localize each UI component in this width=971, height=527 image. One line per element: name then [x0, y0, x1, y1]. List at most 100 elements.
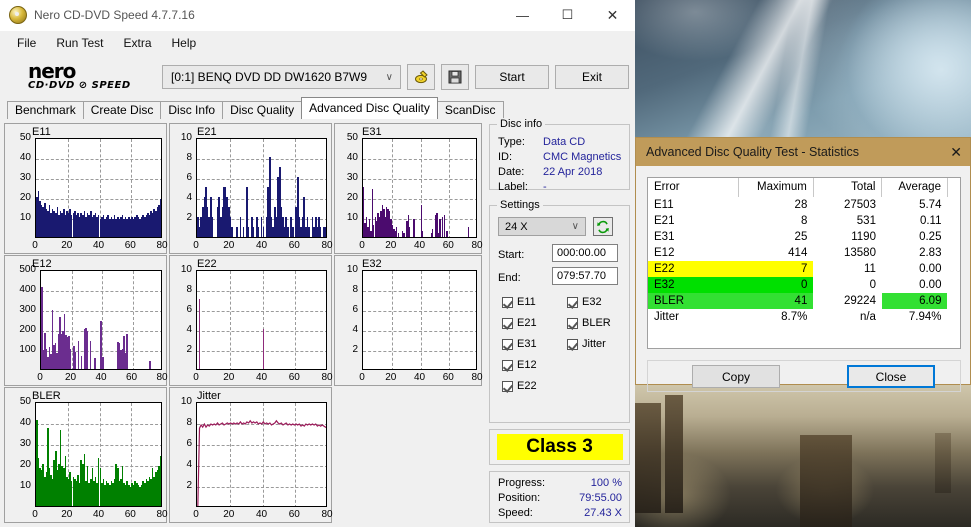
checkbox-e31[interactable]: E31 [502, 338, 537, 350]
position-label: Position: [498, 492, 541, 504]
x-axis-tick-label: 60 [124, 509, 136, 520]
chart-bar [242, 227, 245, 237]
minimize-button[interactable]: — [500, 1, 545, 30]
cell-average: 0.25 [919, 231, 942, 243]
drive-select-dropdown[interactable]: [0:1] BENQ DVD DD DW1620 B7W9 ∨ [162, 65, 401, 89]
gridline-horizontal [363, 311, 476, 312]
wallpaper-space-image [635, 0, 971, 145]
checkbox-e12[interactable]: E12 [502, 359, 537, 371]
chart-bar [467, 227, 470, 237]
chart-title: E31 [362, 126, 382, 138]
gridline-horizontal [36, 199, 161, 200]
checkbox-e11[interactable]: E11 [502, 296, 536, 308]
start-time-label: Start: [498, 249, 525, 261]
y-axis-tick-label: 40 [346, 152, 358, 163]
nero-logo: nero CD·DVD ⊘ SPEED [6, 59, 156, 92]
close-dialog-button[interactable]: Close [847, 365, 935, 388]
y-axis-tick-label: 4 [352, 324, 358, 335]
dialog-close-icon[interactable]: ✕ [950, 144, 962, 161]
menu-run-test[interactable]: Run Test [47, 33, 112, 53]
chart-bar [86, 331, 89, 369]
refresh-button[interactable] [593, 217, 613, 236]
speed-select[interactable]: 24 X ∨ [498, 217, 586, 236]
tab-disc-quality[interactable]: Disc Quality [222, 101, 303, 119]
gridline-horizontal [363, 179, 476, 180]
gridline-horizontal [363, 351, 476, 352]
plot-area [40, 270, 162, 370]
chart-bar [149, 361, 151, 369]
end-time-input[interactable]: 079:57.70 [552, 267, 618, 285]
x-axis-tick-label: 40 [92, 509, 105, 520]
chart-e21: E21 2 4 6 8 10 0 20 40 60 80 [169, 123, 333, 254]
chart-title: E21 [197, 126, 217, 138]
close-button[interactable]: ✕ [590, 1, 635, 30]
plot-area [196, 138, 327, 238]
chart-bar [247, 227, 250, 237]
chart-bler: BLER 10 20 30 40 50 0 20 40 60 80 [4, 387, 168, 523]
exit-button[interactable]: Exit [555, 65, 629, 89]
settings-title: Settings [497, 199, 543, 211]
y-axis-tick-label: 4 [186, 324, 192, 335]
disc-info-group: Disc info Type: Data CD ID: CMC Magnetic… [489, 118, 630, 193]
checkbox-label: E32 [582, 296, 602, 308]
chart-bar [231, 227, 233, 237]
gridline-vertical [420, 271, 422, 369]
logo-line-2: CD·DVD ⊘ SPEED [28, 80, 131, 91]
checkbox-e21[interactable]: E21 [502, 317, 537, 329]
eject-disc-button[interactable] [407, 64, 435, 90]
x-axis-tick-label: 40 [255, 240, 268, 251]
x-axis-tick-label: 80 [471, 240, 483, 251]
chart-bar [397, 233, 399, 237]
tab-create-disc[interactable]: Create Disc [82, 101, 162, 119]
menu-file[interactable]: File [8, 33, 45, 53]
gridline-horizontal [36, 424, 161, 425]
maximize-button[interactable]: ☐ [545, 1, 590, 30]
menu-help[interactable]: Help [163, 33, 206, 53]
save-results-button[interactable] [441, 64, 469, 90]
app-logo-icon [9, 6, 27, 24]
chart-bar [257, 227, 260, 237]
chart-bar [291, 227, 294, 237]
menu-extra[interactable]: Extra [114, 33, 160, 53]
floppy-save-icon [448, 70, 462, 84]
checkbox-icon [567, 296, 578, 308]
checkbox-icon [502, 359, 513, 371]
checkbox-label: E22 [517, 380, 537, 392]
checkbox-e22[interactable]: E22 [502, 380, 537, 392]
logo-line-1: nero [28, 59, 76, 83]
x-axis-tick-label: 40 [255, 509, 268, 520]
menubar: File Run Test Extra Help [0, 31, 635, 55]
tab-advanced-disc-quality[interactable]: Advanced Disc Quality [301, 97, 438, 119]
checkbox-jitter[interactable]: Jitter [567, 338, 606, 350]
cell-error: E22 [648, 261, 739, 277]
y-axis-tick-label: 10 [346, 264, 358, 275]
y-axis-tick-label: 6 [186, 172, 192, 183]
chart-title: Jitter [197, 390, 221, 402]
window-titlebar: Nero CD-DVD Speed 4.7.7.16 — ☐ ✕ [0, 0, 635, 31]
cell-average: 7.94% [908, 311, 942, 323]
gridline-horizontal [197, 291, 326, 292]
copy-button[interactable]: Copy [692, 365, 780, 388]
gridline-vertical [132, 271, 134, 369]
gridline-vertical [449, 271, 451, 369]
plot-area [362, 270, 477, 370]
start-time-input[interactable]: 000:00.00 [552, 244, 618, 262]
x-axis-tick-label: 40 [92, 240, 105, 251]
checkbox-e32[interactable]: E32 [567, 296, 602, 308]
tab-benchmark[interactable]: Benchmark [7, 101, 84, 119]
checkbox-bler[interactable]: BLER [567, 317, 611, 329]
chart-bar [77, 341, 80, 369]
gridline-horizontal [363, 199, 476, 200]
x-axis-tick-label: 60 [288, 509, 300, 520]
x-axis-tick-label: 40 [255, 372, 268, 383]
x-axis-tick-label: 40 [413, 372, 426, 383]
tab-scandisc[interactable]: ScanDisc [436, 101, 504, 119]
plot-area [362, 138, 477, 238]
gridline-horizontal [363, 291, 476, 292]
start-button[interactable]: Start [475, 65, 549, 89]
y-axis-tick-label: 20 [19, 459, 31, 470]
tab-disc-info[interactable]: Disc Info [160, 101, 224, 119]
eject-disc-icon [414, 69, 428, 83]
chart-e31: E31 10 20 30 40 50 0 20 40 60 80 [334, 123, 483, 254]
checkbox-label: Jitter [582, 338, 606, 350]
